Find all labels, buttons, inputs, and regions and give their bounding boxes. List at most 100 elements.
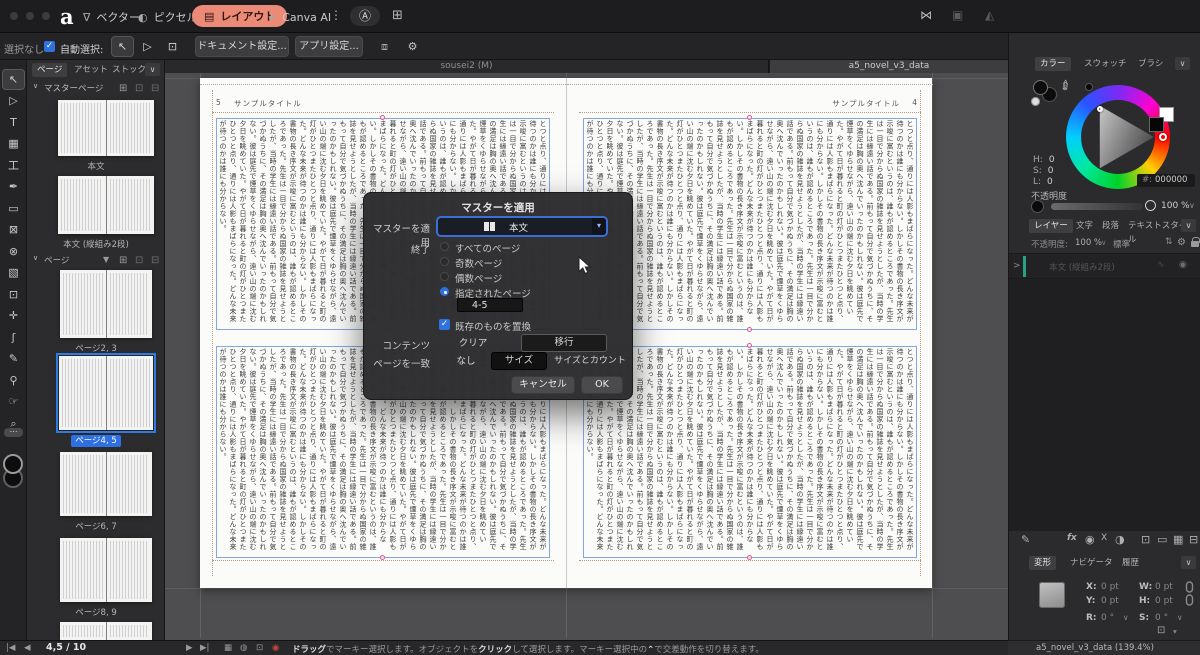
hex-value-field[interactable]: #:000000 (1137, 174, 1195, 187)
radio-even-pages[interactable] (440, 272, 449, 281)
account-badge[interactable]: Ⓐ (350, 6, 380, 26)
facing-pages-icon[interactable]: ▦ (224, 643, 232, 653)
tab-paragraph[interactable]: 段落 (1097, 219, 1124, 233)
pattern-layer-icon[interactable]: ▦ (1173, 533, 1183, 546)
crop-layer-icon[interactable]: X (1101, 533, 1107, 543)
x-value[interactable]: 0 pt (1101, 582, 1119, 592)
frame-handle[interactable] (380, 115, 385, 120)
anchor-point-selector[interactable] (1039, 582, 1065, 608)
page-label[interactable]: ページ6, 7 (75, 522, 117, 532)
radio-odd-pages[interactable] (440, 257, 449, 266)
page-range-input[interactable]: 4-5 (457, 298, 523, 312)
duplicate-layer-icon[interactable]: ⊡ (1141, 533, 1150, 546)
opacity-slider-knob[interactable] (1145, 200, 1156, 211)
tab-color[interactable]: カラー (1035, 57, 1071, 71)
move-tool[interactable]: ↖ (3, 70, 24, 89)
first-spread-button[interactable]: |◀ (6, 643, 15, 653)
layer-row[interactable]: > 本文 (縦組み2段) ∿ ◉ (1009, 253, 1200, 279)
opacity-chevron-icon[interactable]: ∨ (1189, 201, 1195, 210)
rotation-chevron-icon[interactable]: ∨ (1123, 613, 1129, 622)
page-thumbnail-8-9[interactable] (60, 538, 152, 602)
gear-icon[interactable]: ⚙ (402, 37, 423, 56)
match-size-option-selected[interactable]: サイズ (492, 353, 546, 369)
persona-vector[interactable]: ∇ ベクター (83, 8, 140, 26)
tab-brushes[interactable]: ブラシ (1133, 57, 1168, 71)
delete-layer-icon[interactable]: ⊟ (1189, 533, 1198, 546)
recording-icon[interactable]: ◉ (272, 643, 279, 653)
tab-transform[interactable]: 変形 (1029, 556, 1056, 570)
edit-all-layers-icon[interactable]: ✎ (1021, 533, 1030, 546)
rectangle-tool[interactable]: ▭ (3, 199, 24, 218)
page-label[interactable]: ページ2, 3 (75, 344, 117, 354)
window-zoom-button[interactable] (42, 12, 50, 20)
duplicate-page-icon[interactable]: ⊡ (135, 255, 143, 266)
tab-navigator[interactable]: ナビゲータ (1065, 556, 1118, 570)
layer-opacity-value[interactable]: 100 % (1075, 238, 1102, 248)
no-color-icon[interactable] (1031, 97, 1040, 106)
stepper-icon[interactable]: ⇅ (1165, 237, 1173, 247)
auto-select-checkbox[interactable]: ✓ (44, 41, 55, 52)
page-thumbnail-6-7[interactable] (60, 452, 152, 516)
more-tools-button[interactable]: ⋯ (4, 428, 23, 437)
eyedropper-icon[interactable]: ✐ (1057, 77, 1075, 96)
collapse-chevron-icon[interactable]: ∨ (33, 254, 38, 262)
match-size-count-option[interactable]: サイズとカウント (551, 354, 629, 370)
layer-settings-gear-icon[interactable]: ⚙ (1177, 237, 1186, 248)
opacity-swatch[interactable] (1031, 200, 1044, 213)
lock-icon[interactable] (1191, 241, 1199, 247)
match-none-option[interactable]: なし (446, 354, 486, 370)
w-value[interactable]: 0 pt (1155, 582, 1173, 592)
transform-mode-caret-icon[interactable]: ▾ (1173, 627, 1177, 636)
kebab-menu-icon[interactable]: ⋮ (330, 8, 342, 22)
ok-button[interactable]: OK (582, 377, 622, 393)
layers-list-empty-area[interactable] (1009, 279, 1200, 531)
primary-color-swatch[interactable] (1149, 117, 1164, 132)
shade-selector-dot[interactable] (1097, 106, 1103, 112)
frame-handle[interactable] (747, 343, 752, 348)
preview-mode-icon[interactable]: ◍ (240, 643, 247, 653)
transform-mode-icon[interactable]: ⊡ (1157, 625, 1165, 636)
text-frame[interactable]: しかしその書物の長き序文が示唆に富むというのは、誰もが認めるところであった。先生… (583, 118, 917, 330)
place-tool[interactable]: ⊡ (3, 285, 24, 304)
pages-section-header[interactable]: ∨ ページ ▼ ⊞ ⊡ ⊟ (27, 254, 165, 268)
radio-label[interactable]: すべてのページ (455, 241, 520, 255)
panel-menu-chevron-icon[interactable]: ∨ (1181, 219, 1196, 232)
blend-mode-value[interactable]: 標準 (1113, 238, 1130, 250)
window-close-button[interactable] (10, 12, 18, 20)
artistic-text-tool[interactable]: 工 (3, 156, 24, 175)
picked-color-well[interactable] (1085, 83, 1093, 91)
h-value[interactable]: 0 pt (1155, 596, 1173, 606)
frame-text-tool[interactable]: T (3, 113, 24, 132)
select-node-mode-button[interactable]: ▷ (137, 37, 158, 56)
opacity-chevron-icon[interactable]: ∨ (1101, 238, 1107, 247)
page-indicator[interactable]: 4,5 / 10 (46, 642, 86, 653)
page-thumbnail-4-5-selected[interactable] (59, 356, 153, 430)
view-tool[interactable]: ☞ (3, 392, 24, 411)
tab-pages[interactable]: ページ (32, 63, 67, 77)
frame-handle[interactable] (747, 327, 752, 332)
node-tool[interactable]: ▷ (3, 91, 24, 110)
master-label[interactable]: 本文 (87, 162, 104, 172)
document-settings-button[interactable]: ドキュメント設定... (196, 37, 288, 56)
sort-pages-icon[interactable]: ▼ (103, 255, 109, 264)
fill-swatch-circle[interactable] (1033, 80, 1048, 95)
clipboard-icon[interactable]: ⊡ (256, 643, 263, 653)
layer-name[interactable]: 本文 (縦組み2段) (1049, 261, 1115, 273)
shear-value[interactable]: 0 ° (1155, 613, 1168, 623)
cancel-button[interactable]: キャンセル (512, 377, 574, 393)
vector-brush-tool[interactable]: ʃ (3, 328, 24, 347)
y-value[interactable]: 0 pt (1101, 596, 1119, 606)
master-select-dropdown[interactable]: 本文 ▾ (438, 218, 606, 235)
snapping-icon[interactable]: ⋈ (920, 8, 932, 22)
fill-color-well[interactable] (3, 454, 23, 474)
layer-fx-icon[interactable]: fx (1067, 533, 1077, 543)
select-object-mode-button[interactable]: ↖ (112, 37, 133, 56)
panel-menu-chevron-icon[interactable]: ∨ (145, 63, 160, 76)
hardware-acceleration-icon[interactable]: ◭ (985, 8, 994, 22)
adjustment-layer-icon[interactable]: ◑ (1115, 533, 1125, 546)
document-tab-active[interactable]: a5_novel_v3_data (770, 60, 1008, 73)
master-thumbnail-honbun[interactable] (58, 100, 154, 156)
margins-icon[interactable]: ⧈ (374, 37, 395, 56)
page-thumbnail-2-3[interactable] (60, 270, 152, 338)
color-picker-tool[interactable]: ⚲ (3, 371, 24, 390)
